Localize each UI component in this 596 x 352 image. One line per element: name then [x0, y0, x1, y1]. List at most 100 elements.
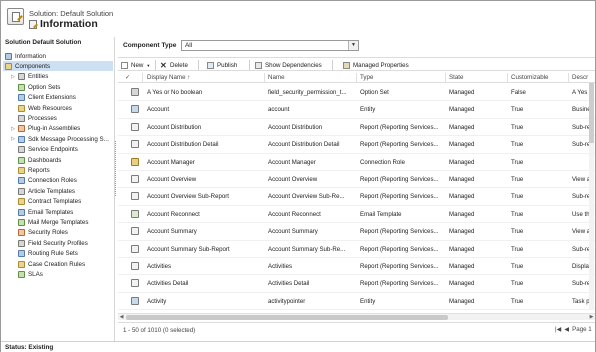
table-row[interactable]: Account account Entity Managed True Busines [118, 101, 595, 119]
table-row[interactable]: Activities Detail Activities Detail Report… [118, 275, 595, 293]
cell-display-name: Account [147, 106, 170, 114]
cell-state: Managed [449, 141, 475, 149]
cell-customizable: False [511, 89, 526, 96]
article-templates-icon [18, 187, 25, 195]
table-row[interactable]: A Yes or No boolean field_security_permis… [118, 84, 595, 102]
cell-display-name: Account Distribution Detail [147, 141, 219, 149]
toolbar-divider [198, 60, 199, 70]
sidebar-item-mail-merge-templates[interactable]: Mail Merge Templates [3, 217, 113, 227]
sidebar-item-case-creation-rules[interactable]: Case Creation Rules [3, 259, 113, 269]
horizontal-scrollbar[interactable]: ◀ ▶ [118, 313, 595, 320]
table-row[interactable]: Account Distribution Detail Account Distr… [118, 136, 595, 154]
show-dependencies-button[interactable]: Show Dependencies [255, 60, 322, 70]
chevron-down-icon[interactable]: ▼ [348, 41, 358, 50]
select-all-checkmark-icon[interactable]: ✓ [125, 74, 130, 81]
sidebar-item-information[interactable]: Information [3, 51, 113, 61]
sidebar-item-components[interactable]: Components [3, 61, 113, 72]
column-display-name[interactable]: Display Name ↑ [147, 74, 190, 81]
cell-type: Report (Reporting Services... [360, 123, 439, 131]
table-row[interactable]: Activities Activities Report (Reporting Se… [118, 258, 595, 276]
cell-state: Managed [449, 297, 475, 305]
sidebar-item-slas[interactable]: SLAs [3, 269, 113, 279]
column-type[interactable]: Type [360, 74, 373, 81]
sidebar-item-web-resources[interactable]: Web Resources [3, 103, 113, 113]
previous-page-icon[interactable]: ◀ [564, 326, 569, 333]
vertical-scroll-thumb[interactable] [589, 83, 594, 143]
sidebar-item-field-security-profiles[interactable]: Field Security Profiles [3, 238, 113, 248]
managed-properties-button[interactable]: Managed Properties [343, 60, 409, 70]
cell-display-name: Account Overview [147, 176, 197, 183]
table-row[interactable]: Account Overview Account Overview Report (… [118, 171, 595, 189]
chevron-down-icon: ▼ [146, 62, 151, 68]
sidebar-item-security-roles[interactable]: Security Roles [3, 228, 113, 238]
publish-icon [207, 61, 214, 69]
cell-name: account [268, 106, 290, 114]
publish-button[interactable]: Publish [207, 60, 237, 70]
cell-state: Managed [449, 106, 475, 114]
cell-type: Report (Reporting Services... [360, 176, 439, 183]
expand-triangle-icon[interactable]: ▷ [11, 74, 15, 80]
cell-display-name: Activities [147, 263, 172, 270]
column-customizable[interactable]: Customizable [511, 74, 549, 81]
sidebar-item-email-templates[interactable]: Email Templates [3, 207, 113, 217]
sidebar-item-service-endpoints[interactable]: Service Endpoints [3, 145, 113, 155]
report-icon [131, 227, 139, 236]
table-row[interactable]: Account Summary Account Summary Report (Re… [118, 223, 595, 241]
column-display-name-label: Display Name [147, 74, 186, 81]
entity-icon [131, 105, 139, 114]
sidebar-item-connection-roles[interactable]: Connection Roles [3, 176, 113, 186]
sidebar-item-label: Dashboards [28, 156, 62, 164]
table-row[interactable]: Account Manager Account Manager Connection… [118, 154, 595, 171]
sidebar-item-reports[interactable]: Reports [3, 165, 113, 175]
expand-triangle-icon[interactable]: ▷ [11, 126, 15, 132]
email-templates-icon [18, 208, 25, 216]
main-panel: Component Type All ▼ New ▼ ✕ Delete Publ… [118, 37, 595, 341]
table-row[interactable]: Account Summary Sub-Report Account Summar… [118, 241, 595, 258]
column-state[interactable]: State [449, 74, 463, 81]
sidebar-item-entities[interactable]: ▷ Entities [3, 72, 113, 82]
column-name[interactable]: Name [268, 74, 285, 81]
sidebar-item-processes[interactable]: Processes [3, 113, 113, 123]
cell-type: Report (Reporting Services... [360, 193, 439, 201]
email-template-icon [131, 209, 139, 218]
cell-customizable: True [511, 263, 524, 270]
horizontal-scroll-thumb[interactable] [126, 315, 448, 320]
component-type-select[interactable]: All ▼ [181, 40, 359, 51]
sidebar-item-routing-rule-sets[interactable]: Routing Rule Sets [3, 249, 113, 259]
contract-templates-icon [18, 198, 25, 206]
cell-type: Report (Reporting Services... [360, 263, 439, 270]
sidebar-item-label: Sdk Message Processing S... [28, 135, 109, 143]
table-row[interactable]: Account Distribution Account Distribution… [118, 119, 595, 137]
table-row[interactable]: Account Reconnect Account Reconnect Email … [118, 206, 595, 224]
sidebar-item-label: Connection Roles [28, 177, 77, 185]
table-row[interactable]: Account Overview Sub-Report Account Overv… [118, 188, 595, 206]
cell-state: Managed [449, 280, 475, 288]
sidebar-item-plug-in-assemblies[interactable]: ▷ Plug-in Assemblies [3, 124, 113, 134]
first-page-icon[interactable]: |◀ [555, 326, 561, 333]
sidebar-item-label: Plug-in Assemblies [28, 125, 81, 133]
table-row[interactable]: Activity activitypointer Entity Managed True… [118, 293, 595, 311]
grid-body: A Yes or No boolean field_security_permis… [118, 84, 595, 312]
sidebar-item-dashboards[interactable]: Dashboards [3, 155, 113, 165]
expand-triangle-icon[interactable]: ▷ [11, 136, 15, 142]
column-description[interactable]: Descr [572, 74, 588, 81]
slas-icon [18, 270, 25, 278]
sidebar-item-contract-templates[interactable]: Contract Templates [3, 197, 113, 207]
scroll-right-icon[interactable]: ▶ [588, 314, 595, 321]
entities-icon [18, 73, 25, 81]
sidebar-item-label: Processes [28, 114, 57, 122]
sidebar-item-sdk-message-processing-s[interactable]: ▷ Sdk Message Processing S... [3, 134, 113, 144]
delete-button[interactable]: ✕ Delete [160, 60, 188, 70]
sidebar-item-client-extensions[interactable]: Client Extensions [3, 93, 113, 103]
routing-rule-sets-icon [18, 250, 25, 258]
sidebar-item-article-templates[interactable]: Article Templates [3, 186, 113, 196]
record-count: 1 - 50 of 1010 (0 selected) [123, 327, 196, 334]
sidebar-item-label: Client Extensions [28, 94, 76, 102]
new-button[interactable]: New ▼ [121, 60, 150, 70]
scroll-left-icon[interactable]: ◀ [118, 314, 125, 321]
sidebar-splitter[interactable] [115, 141, 116, 196]
cell-state: Managed [449, 89, 475, 96]
sidebar-item-label: Reports [28, 166, 50, 174]
vertical-scrollbar[interactable] [589, 83, 594, 310]
sidebar-item-option-sets[interactable]: Option Sets [3, 82, 113, 92]
